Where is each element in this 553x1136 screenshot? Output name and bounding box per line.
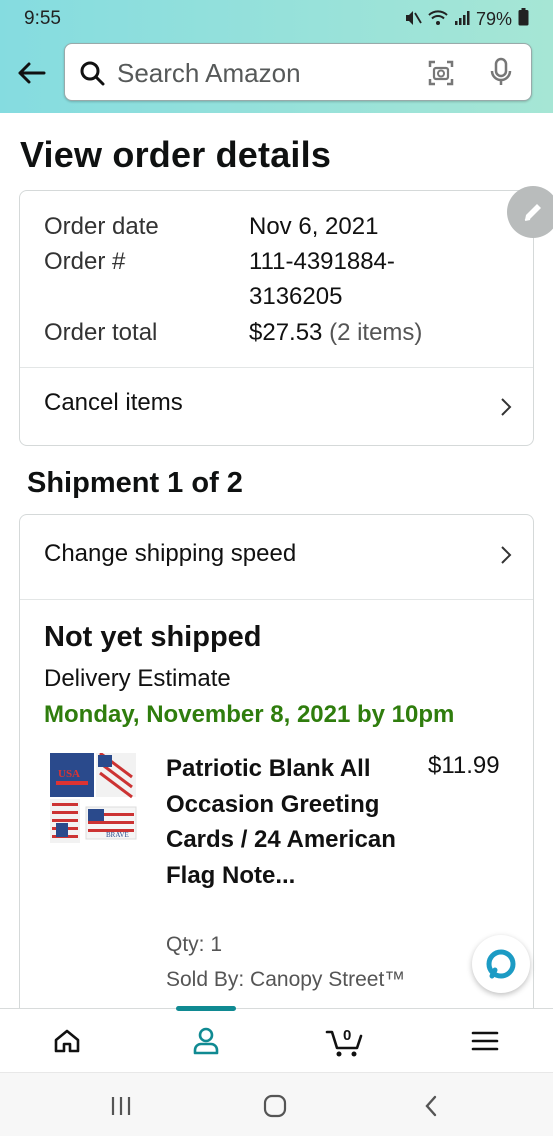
chevron-right-icon (501, 398, 512, 416)
nav-home[interactable] (47, 1023, 87, 1059)
arrow-left-icon (18, 62, 46, 84)
back-system-button[interactable] (416, 1091, 446, 1121)
top-header: 9:55 79% Search Amazon (0, 0, 553, 113)
alexa-button[interactable] (472, 935, 530, 993)
signal-icon (454, 10, 470, 30)
recent-apps-button[interactable] (106, 1091, 136, 1121)
search-icon (79, 60, 105, 91)
edit-button[interactable] (507, 186, 553, 238)
order-summary-card: Order date Nov 6, 2021 Order # 111-43918… (19, 190, 534, 446)
cart-icon: 0 (325, 1027, 363, 1057)
person-icon (193, 1027, 219, 1055)
order-total-value-group: $27.53 (2 items) (249, 319, 422, 347)
order-total-label: Order total (44, 319, 158, 346)
order-total-items: (2 items) (329, 319, 423, 346)
nav-account[interactable] (186, 1023, 226, 1059)
delivery-date: Monday, November 8, 2021 by 10pm (44, 701, 455, 728)
cart-count: 0 (343, 1027, 351, 1044)
microphone-icon[interactable] (489, 57, 513, 92)
pencil-icon (524, 204, 541, 221)
delivery-estimate-label: Delivery Estimate (44, 665, 231, 692)
battery-icon (518, 8, 529, 31)
product-thumbnail[interactable]: USA BRAVE (50, 751, 138, 845)
product-title-link[interactable]: Patriotic Blank All Occasion Greeting Ca… (166, 751, 406, 893)
change-shipping-speed-label: Change shipping speed (44, 540, 297, 567)
order-total-value: $27.53 (249, 319, 323, 346)
order-date-value: Nov 6, 2021 (249, 213, 379, 240)
product-quantity: Qty: 1 (166, 933, 223, 956)
mute-icon (404, 10, 422, 30)
alexa-icon (486, 949, 516, 979)
home-circle-icon (263, 1094, 287, 1118)
page-title: View order details (20, 134, 332, 175)
home-icon (54, 1029, 80, 1053)
back-button[interactable] (14, 56, 48, 90)
order-date-label: Order date (44, 213, 159, 240)
status-icons: 79% (404, 8, 529, 31)
home-system-button[interactable] (260, 1091, 290, 1121)
hamburger-menu-icon (471, 1031, 499, 1051)
shipment-title: Shipment 1 of 2 (27, 467, 243, 499)
thumb-text-brave: BRAVE (106, 831, 129, 839)
search-input[interactable]: Search Amazon (117, 58, 301, 89)
active-tab-indicator (176, 1006, 236, 1011)
shipment-status: Not yet shipped (44, 621, 262, 653)
nav-menu[interactable] (465, 1023, 505, 1059)
bottom-navigation: 0 (0, 1006, 553, 1072)
product-price: $11.99 (428, 752, 500, 779)
divider (20, 599, 533, 600)
order-number-label: Order # (44, 248, 126, 275)
status-time: 9:55 (24, 8, 61, 29)
battery-percent: 79% (475, 9, 512, 29)
shipment-card: Change shipping speed Not yet shipped De… (19, 514, 534, 1034)
order-number-value-line2: 3136205 (249, 283, 343, 310)
order-number-value-line1: 111-4391884- (249, 248, 395, 275)
chevron-right-icon (501, 546, 512, 564)
cancel-items-row[interactable]: Cancel items (20, 368, 533, 446)
recent-apps-icon (111, 1097, 131, 1115)
system-navigation-bar (0, 1072, 553, 1136)
product-seller: Sold By: Canopy Street™ (166, 968, 406, 991)
search-bar[interactable]: Search Amazon (64, 43, 532, 101)
thumb-text-usa: USA (58, 768, 80, 780)
wifi-icon (428, 9, 448, 30)
change-shipping-speed-row[interactable]: Change shipping speed (20, 515, 533, 599)
nav-cart[interactable]: 0 (325, 1023, 365, 1059)
chevron-left-icon (425, 1095, 437, 1117)
cancel-items-label: Cancel items (44, 389, 183, 416)
camera-scan-icon[interactable] (427, 59, 455, 92)
status-bar: 9:55 79% (0, 0, 553, 36)
